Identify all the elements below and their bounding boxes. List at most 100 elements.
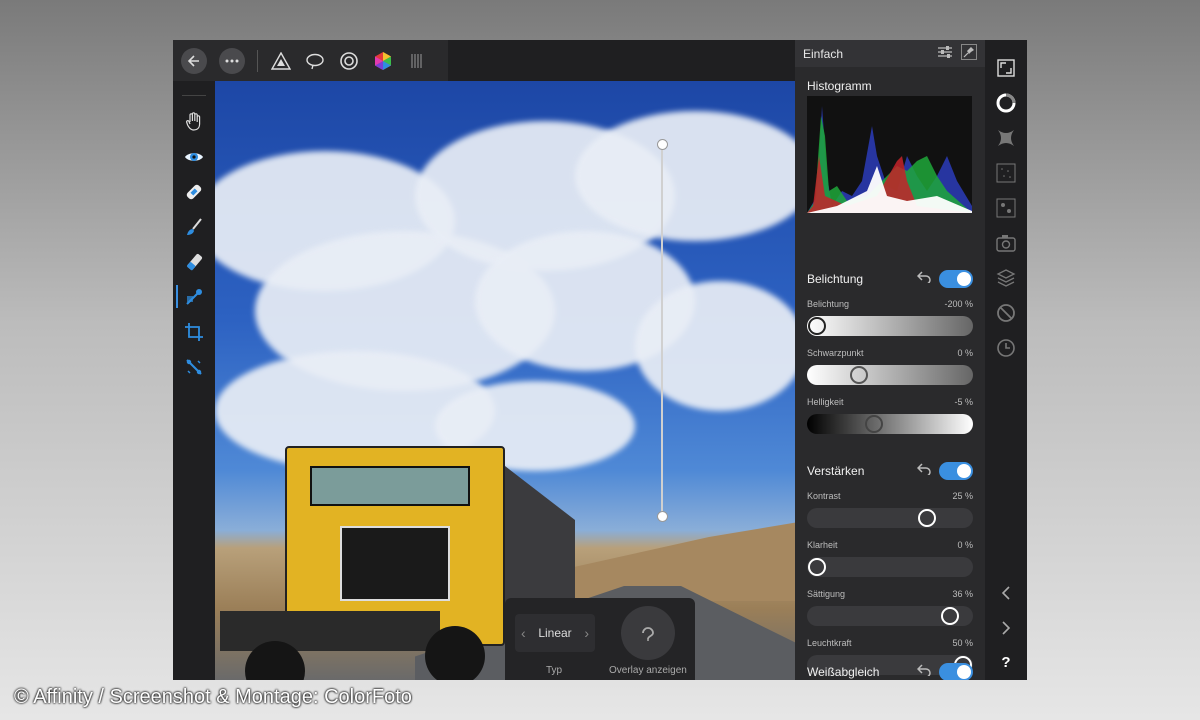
top-toolbar: [173, 40, 448, 81]
hand-icon[interactable]: [173, 104, 215, 139]
show-overlay-label: Overlay anzeigen: [609, 665, 687, 676]
histogram-title: Histogramm: [807, 79, 872, 93]
type-selector[interactable]: ‹ Linear ›: [515, 614, 595, 652]
lens-icon[interactable]: [985, 190, 1027, 225]
histogram: [807, 96, 972, 213]
contrast-slider-row: Kontrast 25 %: [807, 491, 973, 528]
no-icon[interactable]: [985, 295, 1027, 330]
slider-value: 0 %: [957, 348, 973, 358]
sliders-icon[interactable]: [937, 45, 953, 62]
back-icon[interactable]: [181, 47, 207, 74]
type-label: Typ: [546, 665, 563, 676]
white-balance-section-header: Weißabgleich: [807, 662, 973, 680]
slider-value: 36 %: [952, 589, 973, 599]
blackpoint-slider[interactable]: [807, 365, 973, 385]
help-icon[interactable]: ?: [985, 645, 1027, 680]
chevron-left-icon[interactable]: ‹: [521, 625, 526, 641]
slider-label: Kontrast: [807, 491, 841, 501]
show-overlay-button[interactable]: [621, 606, 675, 660]
slider-label: Belichtung: [807, 299, 850, 309]
right-rail: ?: [985, 40, 1027, 680]
slider-label: Helligkeit: [807, 397, 844, 407]
reset-icon[interactable]: [916, 270, 931, 288]
panel-header: Einfach: [795, 40, 985, 67]
chevron-right-icon[interactable]: [985, 610, 1027, 645]
panel-title: Einfach: [803, 46, 844, 61]
red-eye-icon[interactable]: [173, 139, 215, 174]
chevron-right-icon[interactable]: ›: [584, 625, 589, 641]
reset-icon[interactable]: [916, 462, 931, 480]
exposure-toggle[interactable]: [939, 270, 973, 288]
layers-icon[interactable]: [985, 260, 1027, 295]
saturation-slider-row: Sättigung 36 %: [807, 589, 973, 626]
contrast-slider[interactable]: [807, 508, 973, 528]
blackpoint-slider-row: Schwarzpunkt 0 %: [807, 348, 973, 385]
truck-grille: [340, 526, 450, 601]
eraser-icon[interactable]: [173, 244, 215, 279]
export-icon[interactable]: [406, 50, 428, 72]
brightness-slider[interactable]: [807, 414, 973, 434]
split-handle-top[interactable]: [657, 139, 668, 150]
clarity-slider[interactable]: [807, 557, 973, 577]
brush-icon[interactable]: [173, 209, 215, 244]
selection-icon[interactable]: [304, 50, 326, 72]
enhance-title: Verstärken: [807, 464, 865, 478]
split-handle-bottom[interactable]: [657, 511, 668, 522]
fullscreen-icon[interactable]: [985, 50, 1027, 85]
split-line[interactable]: [661, 144, 663, 517]
saturation-slider[interactable]: [807, 606, 973, 626]
crop-icon[interactable]: [173, 314, 215, 349]
slider-knob[interactable]: [808, 558, 826, 576]
slider-knob[interactable]: [850, 366, 868, 384]
blemish-icon[interactable]: [173, 174, 215, 209]
white-balance-title: Weißabgleich: [807, 665, 880, 679]
color-persona-icon[interactable]: [372, 50, 394, 72]
pin-icon[interactable]: [961, 44, 977, 63]
photo-canvas[interactable]: [215, 81, 795, 680]
history-icon[interactable]: [985, 330, 1027, 365]
overlay-toggle-icon: [642, 627, 654, 641]
chevron-left-icon[interactable]: [985, 575, 1027, 610]
brightness-slider-row: Helligkeit -5 %: [807, 397, 973, 434]
enhance-section-header: Verstärken: [807, 461, 973, 481]
adjustments-panel: Einfach Histogramm Belichtung Belichtung…: [795, 40, 985, 680]
slider-value: 50 %: [952, 638, 973, 648]
enhance-toggle[interactable]: [939, 462, 973, 480]
slider-label: Schwarzpunkt: [807, 348, 864, 358]
affinity-photo-window: ‹ Linear › Typ Overlay anzeigen Einfach …: [173, 40, 1027, 680]
slider-knob[interactable]: [918, 509, 936, 527]
slider-value: -200 %: [944, 299, 973, 309]
truck-bumper: [220, 611, 440, 651]
cloud: [635, 281, 795, 411]
truck-windshield: [310, 466, 470, 506]
tools-separator: [182, 95, 206, 96]
slider-value: 25 %: [952, 491, 973, 501]
tone-map-icon[interactable]: [338, 50, 360, 72]
overlay-icon[interactable]: [173, 349, 215, 384]
slider-knob[interactable]: [865, 415, 883, 433]
slider-value: 0 %: [957, 540, 973, 550]
slider-knob[interactable]: [808, 317, 826, 335]
white-balance-toggle[interactable]: [939, 663, 973, 680]
exposure-title: Belichtung: [807, 272, 864, 286]
tones-icon[interactable]: [985, 120, 1027, 155]
rail-bottom: ?: [985, 575, 1027, 680]
gradient-icon[interactable]: [173, 279, 215, 314]
develop-persona-icon[interactable]: [270, 50, 292, 72]
reset-icon[interactable]: [916, 663, 931, 680]
slider-knob[interactable]: [941, 607, 959, 625]
slider-label: Klarheit: [807, 540, 838, 550]
basic-icon[interactable]: [985, 85, 1027, 120]
slider-value: -5 %: [954, 397, 973, 407]
details-icon[interactable]: [985, 155, 1027, 190]
exposure-section-header: Belichtung: [807, 269, 973, 289]
camera-icon[interactable]: [985, 225, 1027, 260]
slider-label: Sättigung: [807, 589, 846, 599]
clarity-slider-row: Klarheit 0 %: [807, 540, 973, 577]
overlay-panel: ‹ Linear › Typ Overlay anzeigen: [505, 598, 695, 680]
type-value: Linear: [538, 626, 572, 640]
left-tools-panel: [173, 81, 215, 680]
more-icon[interactable]: [219, 47, 245, 74]
exposure-slider[interactable]: [807, 316, 973, 336]
truck-wheel: [425, 626, 485, 680]
